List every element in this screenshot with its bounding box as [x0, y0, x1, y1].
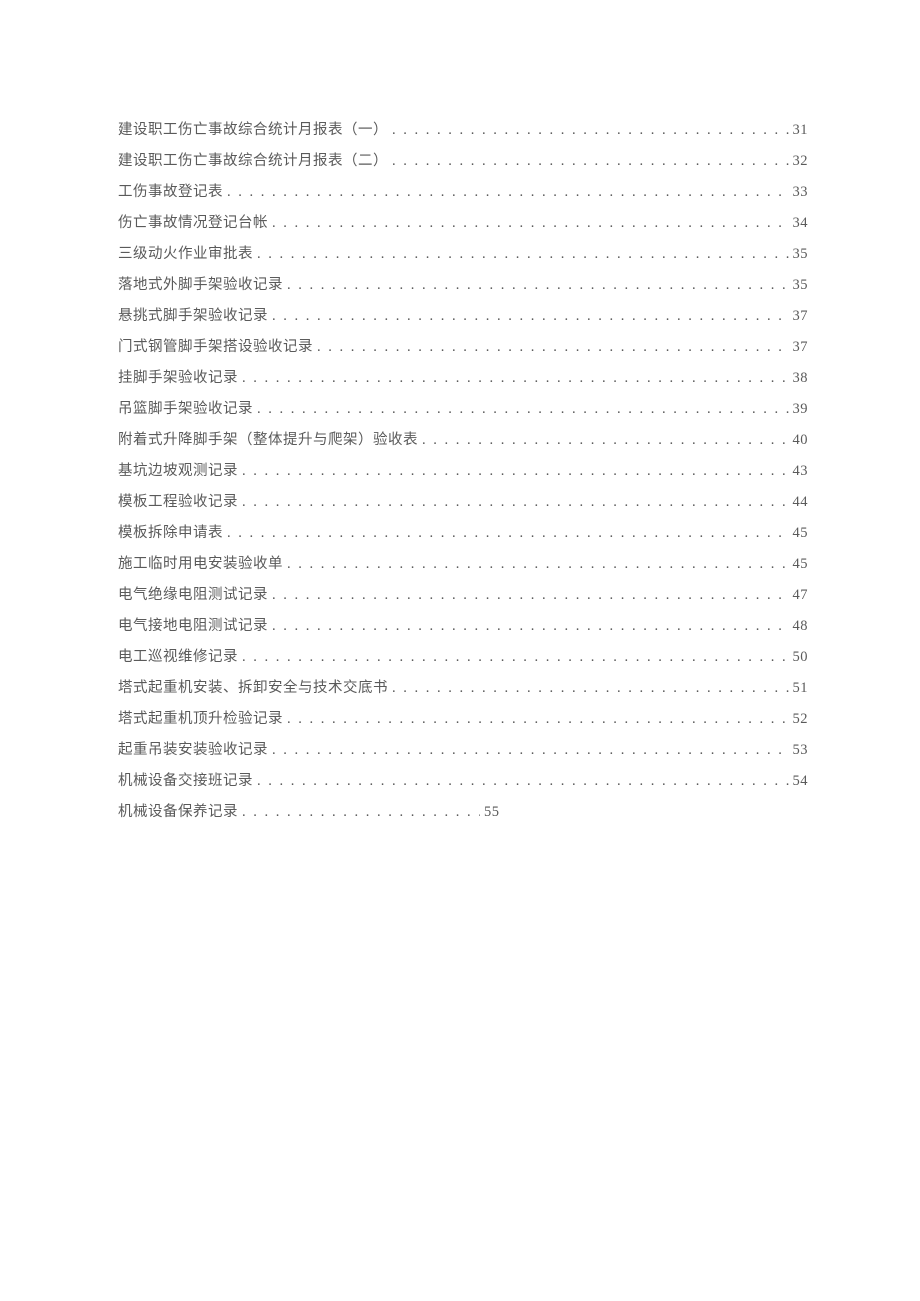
toc-entry: 伤亡事故情况登记台帐 34: [118, 211, 808, 232]
toc-leader-dots: [227, 525, 789, 542]
toc-page-number: 44: [793, 494, 809, 511]
toc-leader-dots: [242, 649, 789, 666]
toc-title: 塔式起重机安装、拆卸安全与技术交底书: [118, 676, 388, 697]
toc-entry: 悬挑式脚手架验收记录 37: [118, 304, 808, 325]
toc-title: 模板工程验收记录: [118, 490, 238, 511]
toc-entry: 落地式外脚手架验收记录 35: [118, 273, 808, 294]
toc-leader-dots: [272, 587, 789, 604]
toc-leader-dots: [392, 680, 789, 697]
toc-title: 电气绝缘电阻测试记录: [118, 583, 268, 604]
toc-entry: 机械设备保养记录 55: [118, 800, 808, 821]
toc-leader-dots: [272, 215, 789, 232]
toc-page-number: 55: [484, 804, 500, 821]
toc-leader-dots: [272, 308, 789, 325]
toc-leader-dots: [242, 463, 789, 480]
toc-title: 工伤事故登记表: [118, 180, 223, 201]
toc-entry: 建设职工伤亡事故综合统计月报表（二） 32: [118, 149, 808, 170]
toc-page-number: 37: [793, 308, 809, 325]
toc-title: 建设职工伤亡事故综合统计月报表（一）: [118, 118, 388, 139]
toc-leader-dots: [272, 618, 789, 635]
toc-page-number: 43: [793, 463, 809, 480]
toc-entry: 吊篮脚手架验收记录 39: [118, 397, 808, 418]
toc-entry: 机械设备交接班记录 54: [118, 769, 808, 790]
toc-entry: 施工临时用电安装验收单 45: [118, 552, 808, 573]
toc-page-number: 52: [793, 711, 809, 728]
toc-entry: 建设职工伤亡事故综合统计月报表（一） 31: [118, 118, 808, 139]
toc-title: 三级动火作业审批表: [118, 242, 253, 263]
toc-title: 吊篮脚手架验收记录: [118, 397, 253, 418]
toc-title: 电工巡视维修记录: [118, 645, 238, 666]
toc-leader-dots: [287, 556, 789, 573]
toc-page-number: 39: [793, 401, 809, 418]
toc-page-number: 45: [793, 525, 809, 542]
toc-entry: 电气接地电阻测试记录 48: [118, 614, 808, 635]
toc-title: 伤亡事故情况登记台帐: [118, 211, 268, 232]
toc-title: 落地式外脚手架验收记录: [118, 273, 283, 294]
toc-title: 门式钢管脚手架搭设验收记录: [118, 335, 313, 356]
toc-entry: 模板拆除申请表 45: [118, 521, 808, 542]
toc-title: 挂脚手架验收记录: [118, 366, 238, 387]
toc-entry: 模板工程验收记录 44: [118, 490, 808, 511]
toc-title: 建设职工伤亡事故综合统计月报表（二）: [118, 149, 388, 170]
toc-page-number: 40: [793, 432, 809, 449]
toc-leader-dots: [422, 432, 789, 449]
toc-page-number: 38: [793, 370, 809, 387]
toc-page-number: 48: [793, 618, 809, 635]
toc-title: 电气接地电阻测试记录: [118, 614, 268, 635]
toc-title: 塔式起重机顶升检验记录: [118, 707, 283, 728]
toc-page-number: 34: [793, 215, 809, 232]
toc-entry: 挂脚手架验收记录 38: [118, 366, 808, 387]
toc-leader-dots: [242, 494, 789, 511]
toc-leader-dots: [287, 277, 789, 294]
toc-page-number: 35: [793, 277, 809, 294]
toc-page-number: 35: [793, 246, 809, 263]
toc-leader-dots: [257, 773, 789, 790]
toc-page-number: 53: [793, 742, 809, 759]
toc-entry: 门式钢管脚手架搭设验收记录 37: [118, 335, 808, 356]
toc-page-number: 31: [793, 122, 809, 139]
toc-title: 机械设备保养记录: [118, 800, 238, 821]
toc-leader-dots: [272, 742, 789, 759]
toc-page-number: 47: [793, 587, 809, 604]
toc-title: 施工临时用电安装验收单: [118, 552, 283, 573]
toc-page-number: 32: [793, 153, 809, 170]
toc-entry: 塔式起重机安装、拆卸安全与技术交底书 51: [118, 676, 808, 697]
toc-leader-dots: [227, 184, 789, 201]
toc-entry: 附着式升降脚手架（整体提升与爬架）验收表 40: [118, 428, 808, 449]
toc-title: 附着式升降脚手架（整体提升与爬架）验收表: [118, 428, 418, 449]
toc-title: 模板拆除申请表: [118, 521, 223, 542]
toc-entry: 三级动火作业审批表 35: [118, 242, 808, 263]
toc-entry: 基坑边坡观测记录 43: [118, 459, 808, 480]
toc-title: 悬挑式脚手架验收记录: [118, 304, 268, 325]
toc-leader-dots: [242, 370, 789, 387]
toc-entry: 电气绝缘电阻测试记录 47: [118, 583, 808, 604]
toc-page-number: 51: [793, 680, 809, 697]
toc-title: 起重吊装安装验收记录: [118, 738, 268, 759]
toc-entry: 工伤事故登记表 33: [118, 180, 808, 201]
toc-title: 机械设备交接班记录: [118, 769, 253, 790]
toc-leader-dots: [242, 804, 480, 821]
table-of-contents: 建设职工伤亡事故综合统计月报表（一） 31 建设职工伤亡事故综合统计月报表（二） 32…: [118, 118, 808, 821]
toc-page-number: 45: [793, 556, 809, 573]
toc-title: 基坑边坡观测记录: [118, 459, 238, 480]
toc-leader-dots: [287, 711, 789, 728]
toc-entry: 电工巡视维修记录 50: [118, 645, 808, 666]
toc-entry: 起重吊装安装验收记录 53: [118, 738, 808, 759]
toc-page-number: 37: [793, 339, 809, 356]
toc-leader-dots: [257, 246, 789, 263]
toc-leader-dots: [392, 122, 789, 139]
toc-entry: 塔式起重机顶升检验记录 52: [118, 707, 808, 728]
toc-page-number: 54: [793, 773, 809, 790]
toc-page-number: 50: [793, 649, 809, 666]
toc-leader-dots: [392, 153, 789, 170]
toc-leader-dots: [317, 339, 789, 356]
toc-leader-dots: [257, 401, 789, 418]
toc-page-number: 33: [793, 184, 809, 201]
